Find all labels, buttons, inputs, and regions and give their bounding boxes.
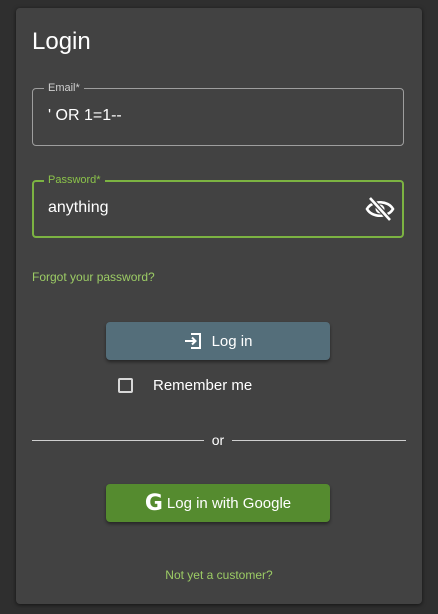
or-divider: or	[32, 432, 406, 448]
google-login-label: Log in with Google	[166, 494, 292, 512]
login-card: Login Email* ' OR 1=1-- Password* anythi…	[16, 8, 422, 604]
email-label: Email*	[44, 81, 84, 95]
toggle-password-visibility-button[interactable]	[362, 192, 398, 226]
password-field[interactable]: Password* anything	[32, 173, 404, 238]
page-title: Login	[32, 28, 91, 55]
password-label: Password*	[44, 173, 105, 187]
forgot-password-link[interactable]: Forgot your password?	[32, 270, 155, 284]
google-icon: G	[144, 490, 163, 516]
login-button-label: Log in	[211, 332, 253, 350]
signup-link[interactable]: Not yet a customer?	[16, 568, 422, 582]
password-input[interactable]: anything	[48, 199, 109, 217]
email-input[interactable]: ' OR 1=1--	[48, 107, 122, 125]
divider-line-left	[32, 440, 204, 441]
remember-me-checkbox[interactable]	[118, 378, 133, 393]
eye-off-icon	[365, 196, 395, 222]
login-button[interactable]: Log in	[106, 322, 330, 360]
login-icon	[184, 333, 201, 349]
google-login-button[interactable]: G Log in with Google	[106, 484, 330, 522]
email-field[interactable]: Email* ' OR 1=1--	[32, 81, 404, 146]
remember-me-label: Remember me	[153, 377, 253, 394]
divider-text: or	[211, 432, 225, 448]
divider-line-right	[232, 440, 406, 441]
remember-me-option[interactable]: Remember me	[118, 377, 252, 394]
